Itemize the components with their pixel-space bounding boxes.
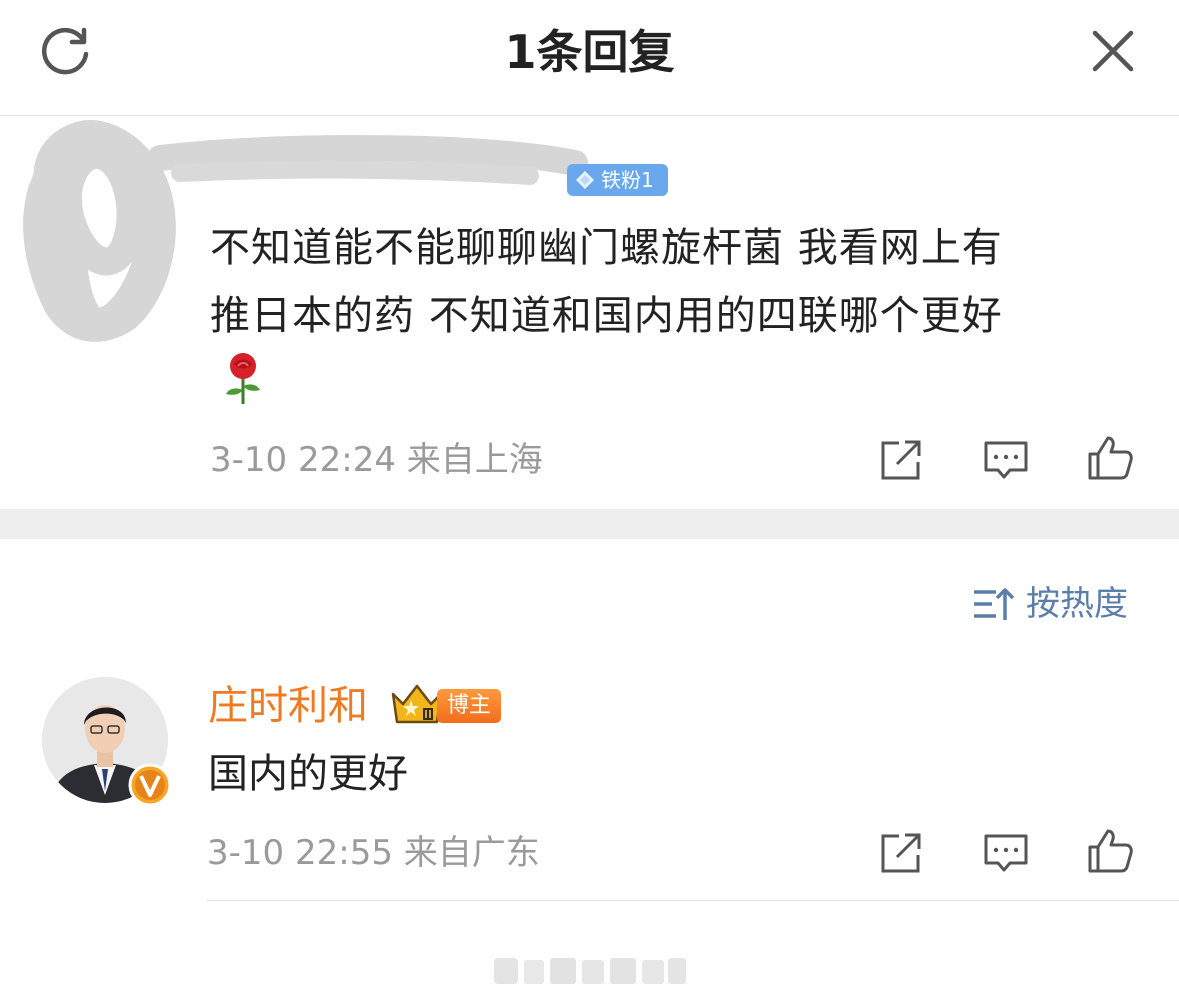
reply-separator [206,900,1179,901]
section-divider [0,509,1179,539]
close-icon[interactable] [1090,28,1136,74]
reply-location: 来自广东 [403,833,540,873]
fan-badge-label: 铁粉1 [601,168,654,192]
reply-text: 国内的更好 [208,751,408,797]
fan-level-badge: 铁粉1 [567,164,668,196]
panel-title: 1条回复 [504,25,675,79]
share-icon[interactable] [877,829,925,877]
rose-emoji [226,353,260,404]
share-icon[interactable] [877,436,925,484]
redacted-name-scribble [150,135,588,185]
reply-meta: 3-10 22:55 来自广东 [207,831,540,875]
like-icon[interactable] [1086,827,1134,875]
diamond-icon [576,171,594,189]
original-comment-meta: 3-10 22:24 来自上海 [210,438,543,482]
comment-line-2: 推日本的药 不知道和国内用的四联哪个更好 [210,293,1003,339]
comment-line-1: 不知道能不能聊聊幽门螺旋杆菌 我看网上有 [210,225,1003,271]
sort-label: 按热度 [1026,584,1128,624]
comment-icon[interactable] [982,436,1030,484]
like-icon[interactable] [1086,434,1134,482]
comment-time: 3-10 22:24 [210,440,396,480]
reply-author-name[interactable]: 庄时利和 [208,680,368,732]
watermark-blur [494,958,686,984]
comment-icon[interactable] [982,829,1030,877]
comment-location: 来自上海 [406,440,543,480]
sort-icon [974,588,1014,620]
original-comment-text: 不知道能不能聊聊幽门螺旋杆菌 我看网上有 推日本的药 不知道和国内用的四联哪个更… [210,214,1110,350]
reply-panel: 1条回复 铁粉1 不知道能不能聊聊幽门螺旋杆菌 我看网上有 推日本的药 不知道和… [0,0,1179,996]
blogger-badge: 博主 [437,689,501,723]
panel-header: 1条回复 [0,0,1179,116]
verified-v-icon [128,763,172,807]
reply-time: 3-10 22:55 [207,833,393,873]
